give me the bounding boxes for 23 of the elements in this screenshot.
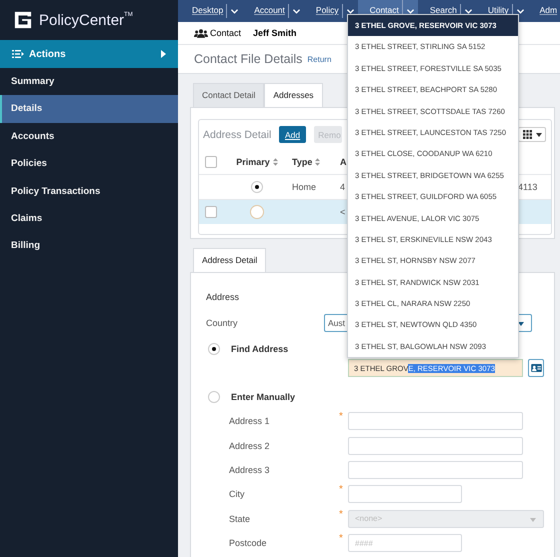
radio-label: Enter Manually [231, 392, 296, 402]
required-mark: * [339, 508, 343, 520]
field-label: State [229, 514, 252, 524]
required-mark: * [339, 411, 343, 422]
required-mark: * [339, 532, 343, 544]
table-cell: < [340, 207, 346, 217]
field-label: Address 1 [229, 416, 271, 426]
page-title: Contact File Details [194, 52, 302, 66]
field-label: Postcode [229, 538, 268, 548]
required-mark: * [339, 484, 343, 496]
section-label: Address [206, 292, 240, 302]
field-label: City [229, 489, 246, 500]
contact-label: Contact [210, 28, 242, 38]
table-cell: 4113 [518, 182, 538, 192]
field-label: Address 3 [229, 464, 271, 475]
field-label: Country [206, 318, 239, 328]
contact-name: Jeff Smith [253, 28, 297, 38]
field-label: Address 2 [229, 440, 271, 451]
app-name: PolicyCenter$^{TM}$ [39, 12, 133, 28]
table-cell: 4 [340, 182, 346, 192]
table-cell: Home [292, 182, 316, 192]
list-title: Address Detail [203, 128, 272, 140]
radio-label: Find Address [231, 344, 288, 354]
